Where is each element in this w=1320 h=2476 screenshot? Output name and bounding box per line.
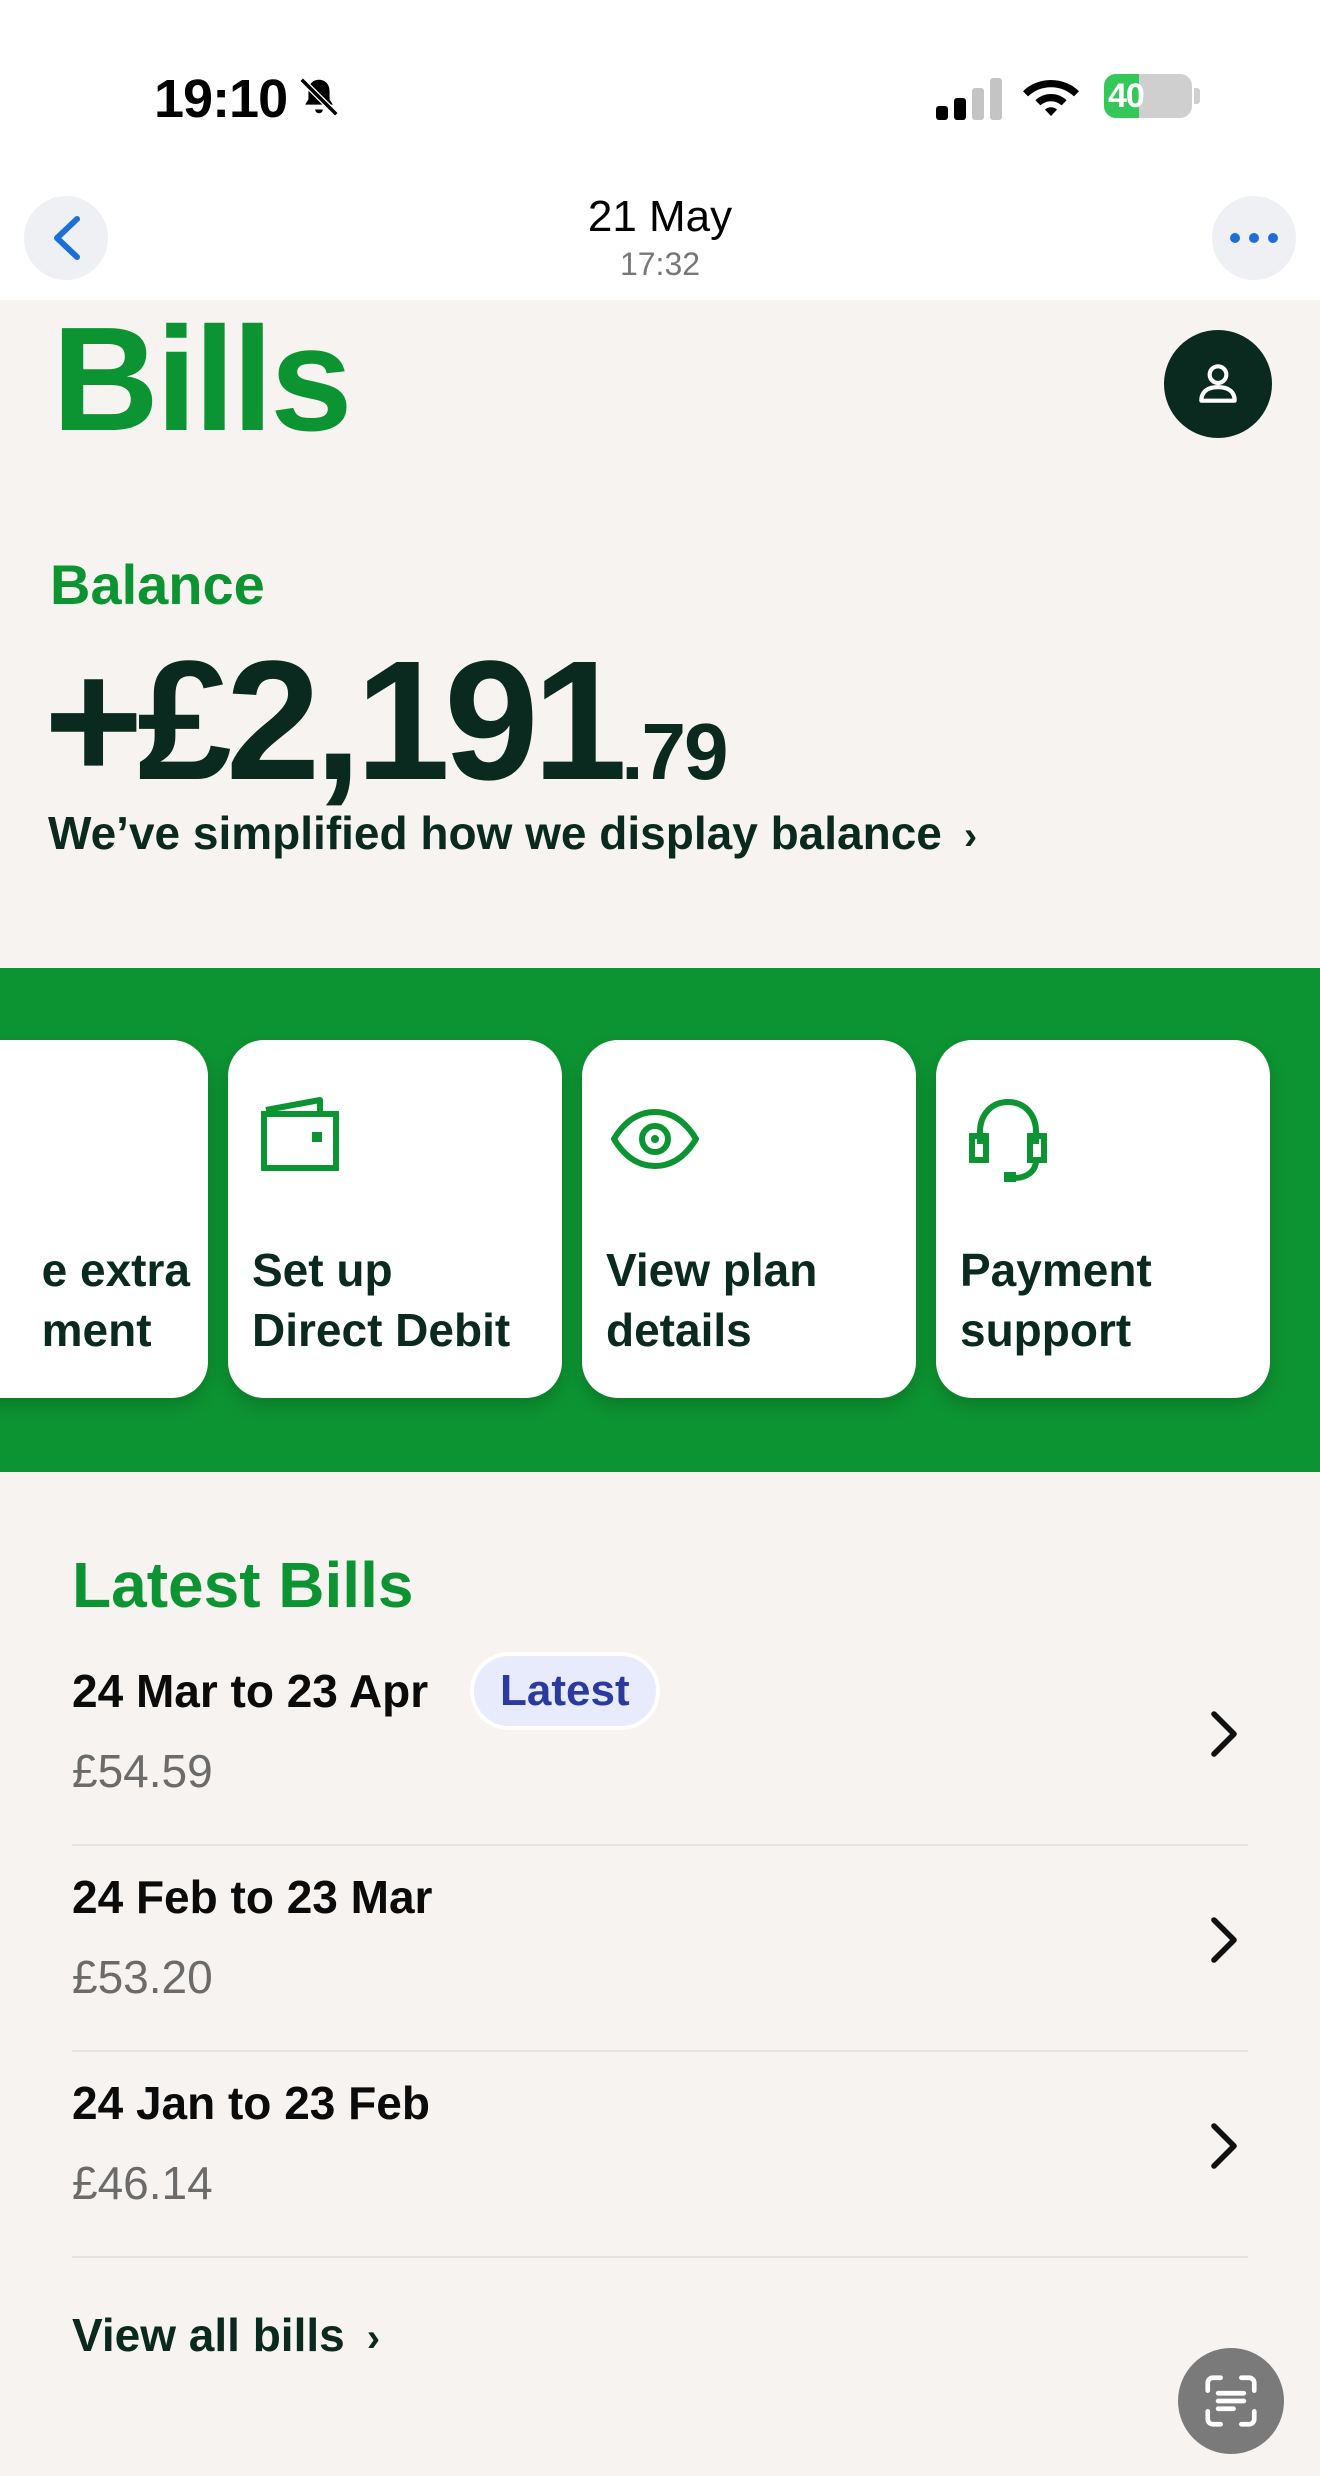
chevron-right-icon: ›: [366, 2316, 381, 2360]
status-bar: 19:10 40: [0, 0, 1320, 180]
action-label: View plan details: [606, 1244, 818, 1356]
page-title: Bills: [52, 297, 353, 462]
wifi-icon: [1023, 80, 1079, 116]
action-label: e extra ment: [41, 1244, 190, 1356]
balance-info-text: We’ve simplified how we display balance: [48, 807, 942, 859]
account-button[interactable]: [1164, 330, 1272, 438]
nav-date: 21 May: [587, 192, 733, 241]
balance-amount-pence: .79: [621, 707, 728, 796]
ellipsis-icon: [1230, 233, 1278, 243]
actions-carousel[interactable]: e extra ment Set up Direct Debit View pl…: [0, 968, 1320, 1472]
chevron-right-icon: [1211, 2123, 1237, 2169]
wallet-icon: [261, 1097, 339, 1171]
more-options-button[interactable]: [1212, 196, 1296, 280]
chevron-right-icon: [1211, 1711, 1237, 1757]
action-card-view-plan[interactable]: View plan details: [582, 1040, 916, 1398]
nav-time: 17:32: [619, 246, 701, 282]
action-label: Set up Direct Debit: [252, 1244, 511, 1356]
battery-indicator: 40: [1104, 74, 1200, 118]
text-scan-button[interactable]: [1178, 2348, 1284, 2454]
balance-info-link[interactable]: We’ve simplified how we display balance ›: [48, 806, 977, 860]
action-card-direct-debit[interactable]: Set up Direct Debit: [228, 1040, 562, 1398]
bill-amount: £54.59: [72, 1745, 213, 1797]
nav-header: 21 May 17:32: [0, 180, 1320, 300]
bell-slash-icon: [299, 77, 339, 117]
chevron-right-icon: ›: [963, 814, 978, 858]
headset-icon: [969, 1098, 1047, 1182]
bill-period: 24 Feb to 23 Mar: [72, 1871, 433, 1923]
action-card-extra-payment[interactable]: e extra ment: [0, 1040, 208, 1398]
balance-label: Balance: [50, 553, 265, 616]
bill-period: 24 Mar to 23 Apr: [72, 1665, 429, 1717]
balance-amount-main: +£2,191: [44, 626, 627, 816]
bill-period: 24 Jan to 23 Feb: [72, 2077, 430, 2129]
bill-row[interactable]: 24 Mar to 23 Apr Latest £54.59: [72, 1640, 1248, 1846]
eye-icon: [611, 1109, 699, 1169]
chevron-right-icon: [1211, 1917, 1237, 1963]
latest-badge: Latest: [470, 1652, 660, 1730]
text-scan-icon: [1205, 2375, 1257, 2427]
bill-amount: £46.14: [72, 2157, 213, 2209]
view-all-bills-link[interactable]: View all bills ›: [72, 2308, 380, 2362]
action-label: Payment support: [960, 1244, 1152, 1356]
latest-bills-title: Latest Bills: [72, 1549, 414, 1621]
view-all-bills-text: View all bills: [72, 2309, 345, 2361]
user-icon: [1199, 364, 1237, 403]
cellular-signal-icon: [936, 78, 1002, 120]
status-time: 19:10: [154, 69, 288, 129]
bill-row[interactable]: 24 Feb to 23 Mar £53.20: [72, 1846, 1248, 2052]
bill-row[interactable]: 24 Jan to 23 Feb £46.14: [72, 2052, 1248, 2258]
battery-percent: 40: [1108, 77, 1145, 115]
bill-amount: £53.20: [72, 1951, 213, 2003]
action-card-payment-support[interactable]: Payment support: [936, 1040, 1270, 1398]
